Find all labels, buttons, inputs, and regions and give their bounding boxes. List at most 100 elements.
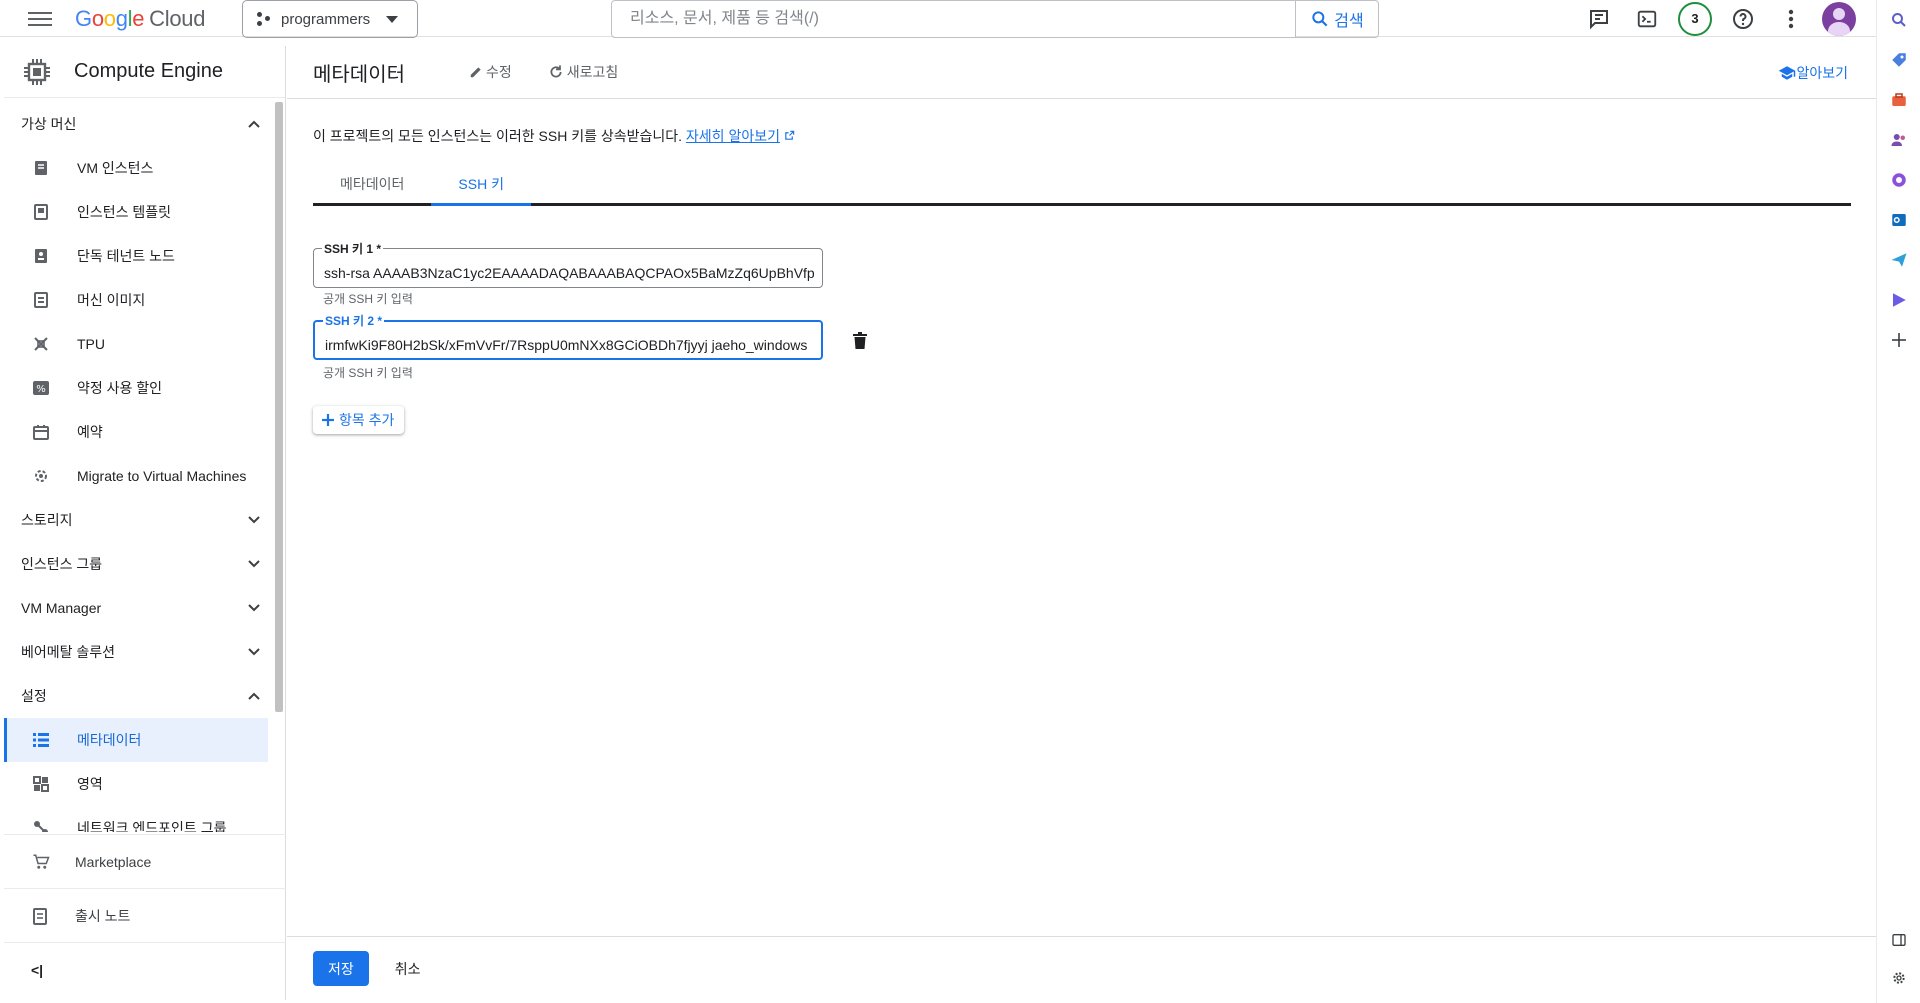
side-office-button[interactable] — [1877, 160, 1920, 200]
side-tag-button[interactable] — [1877, 40, 1920, 80]
product-name: Compute Engine — [74, 60, 223, 82]
nav-item-reservations[interactable]: 예약 — [4, 410, 268, 454]
nav-item-zones[interactable]: 영역 — [4, 762, 268, 806]
nav-item-machine-images[interactable]: 머신 이미지 — [4, 278, 268, 322]
nav-item-committed-use-discounts[interactable]: % 약정 사용 할인 — [4, 366, 268, 410]
notification-count: 3 — [1678, 1, 1712, 36]
nav-item-label: 예약 — [77, 424, 103, 440]
more-options-button[interactable] — [1767, 0, 1815, 37]
learn-button[interactable]: 알아보기 — [1778, 63, 1848, 83]
plus-icon — [322, 414, 334, 426]
learn-more-link[interactable]: 자세히 알아보기 — [686, 128, 780, 144]
cart-icon — [31, 853, 51, 871]
nav-section-settings[interactable]: 설정 — [4, 674, 286, 718]
nav-collapse-button[interactable]: <| — [4, 942, 286, 996]
product-header[interactable]: Compute Engine — [4, 46, 285, 98]
side-play-button[interactable] — [1877, 280, 1920, 320]
ssh-key-2-input[interactable] — [315, 322, 821, 358]
tab-ssh-keys[interactable]: SSH 키 — [431, 164, 531, 206]
school-icon — [1779, 66, 1796, 80]
ssh-key-1-hint: 공개 SSH 키 입력 — [323, 292, 413, 306]
learn-more-label: 자세히 알아보기 — [685, 128, 780, 144]
side-outlook-button[interactable] — [1877, 200, 1920, 240]
help-icon — [1733, 8, 1753, 29]
side-panel-toggle[interactable] — [1877, 920, 1920, 960]
account-button[interactable] — [1815, 0, 1863, 37]
nav-item-label: 네트워크 엔드포인트 그룹 — [77, 820, 227, 832]
side-briefcase-button[interactable] — [1877, 80, 1920, 120]
nav-item-label: 단독 테넌트 노드 — [77, 248, 175, 264]
nav-item-label: VM 인스턴스 — [77, 160, 154, 176]
zones-icon — [32, 775, 50, 793]
refresh-icon — [550, 65, 562, 78]
nav-scrollbar[interactable] — [275, 102, 283, 712]
nav-marketplace[interactable]: Marketplace — [4, 834, 286, 888]
delete-key-2-button[interactable] — [848, 328, 872, 352]
briefcase-icon — [1892, 93, 1906, 106]
nav-section-instance-groups[interactable]: 인스턴스 그룹 — [4, 542, 286, 586]
nav-section-bare-metal[interactable]: 베어메탈 솔루션 — [4, 630, 286, 674]
list-icon — [32, 731, 50, 749]
nav-item-label: 메타데이터 — [77, 732, 142, 748]
edit-button[interactable]: 수정 — [469, 62, 512, 82]
nav-item-migrate-to-vms[interactable]: Migrate to Virtual Machines — [4, 454, 268, 498]
calendar-icon — [32, 423, 50, 441]
nav-section-vm[interactable]: 가상 머신 — [4, 102, 286, 146]
template-icon — [32, 203, 50, 221]
help-button[interactable] — [1719, 0, 1767, 37]
project-picker[interactable]: programmers — [242, 0, 418, 38]
refresh-button[interactable]: 새로고침 — [548, 62, 618, 82]
nav-item-instance-templates[interactable]: 인스턴스 템플릿 — [4, 190, 268, 234]
chevron-up-icon — [248, 692, 260, 700]
nav-section-label: 베어메탈 솔루션 — [21, 644, 116, 660]
app-root: GoogleCloud programmers 검색 3 — [0, 0, 1920, 1003]
ssh-key-1-input[interactable] — [314, 249, 822, 287]
cloud-shell-button[interactable] — [1623, 0, 1671, 37]
description-text: 이 프로젝트의 모든 인스턴스는 이러한 SSH 키를 상속받습니다. — [313, 128, 683, 144]
svg-text:%: % — [36, 384, 46, 395]
search-input[interactable] — [612, 1, 1295, 37]
left-nav: Compute Engine 가상 머신 VM 인스턴스 인스턴스 템플릿 단독… — [4, 46, 286, 1000]
feedback-icon — [1590, 9, 1608, 29]
nav-item-tpu[interactable]: TPU — [4, 322, 268, 366]
chevron-down-icon — [248, 560, 260, 568]
feedback-button[interactable] — [1575, 0, 1623, 37]
migrate-icon — [32, 467, 50, 485]
nav-item-vm-instances[interactable]: VM 인스턴스 — [4, 146, 268, 190]
notifications-button[interactable]: 3 — [1671, 0, 1719, 37]
nav-item-metadata[interactable]: 메타데이터 — [4, 718, 268, 762]
people-icon — [1891, 134, 1905, 146]
nav-bottom: Marketplace 출시 노트 <| — [4, 834, 286, 996]
side-send-button[interactable] — [1877, 240, 1920, 280]
nav-section-label: 인스턴스 그룹 — [21, 556, 103, 572]
nav-section-vm-manager[interactable]: VM Manager — [4, 586, 286, 630]
search-bar: 검색 — [611, 0, 1379, 38]
percent-icon: % — [32, 379, 50, 397]
side-add-button[interactable] — [1877, 320, 1920, 360]
nav-section-label: VM Manager — [21, 600, 102, 616]
google-cloud-logo[interactable]: Google Cloud — [75, 6, 205, 32]
release-notes-label: 출시 노트 — [75, 907, 131, 924]
nav-item-network-endpoint-groups[interactable]: 네트워크 엔드포인트 그룹 — [4, 806, 268, 832]
side-search-button[interactable] — [1877, 0, 1920, 40]
search-button-label: 검색 — [1334, 13, 1364, 30]
tab-metadata[interactable]: 메타데이터 — [313, 164, 431, 203]
outlook-icon — [1892, 214, 1906, 226]
main-content: 메타데이터 수정 새로고침 알아보기 이 프로젝트의 모든 인스턴스는 이러한 … — [287, 46, 1876, 1000]
save-button[interactable]: 저장 — [313, 951, 369, 986]
nav-release-notes[interactable]: 출시 노트 — [4, 888, 286, 942]
add-item-button[interactable]: 항목 추가 — [313, 406, 405, 434]
side-people-button[interactable] — [1877, 120, 1920, 160]
cancel-button[interactable]: 취소 — [395, 959, 421, 979]
menu-icon[interactable] — [28, 8, 52, 28]
more-vert-icon — [1788, 9, 1794, 28]
nav-item-label: 영역 — [77, 776, 103, 792]
nav-item-sole-tenant-nodes[interactable]: 단독 테넌트 노드 — [4, 234, 268, 278]
nav-item-label: 머신 이미지 — [77, 292, 146, 308]
tab-bar: 메타데이터 SSH 키 — [313, 164, 1851, 206]
nav-section-storage[interactable]: 스토리지 — [4, 498, 286, 542]
search-button[interactable]: 검색 — [1295, 1, 1378, 37]
side-panel-icon — [1892, 934, 1906, 946]
page-header: 메타데이터 수정 새로고침 알아보기 — [287, 46, 1876, 99]
side-settings-button[interactable] — [1877, 958, 1920, 998]
